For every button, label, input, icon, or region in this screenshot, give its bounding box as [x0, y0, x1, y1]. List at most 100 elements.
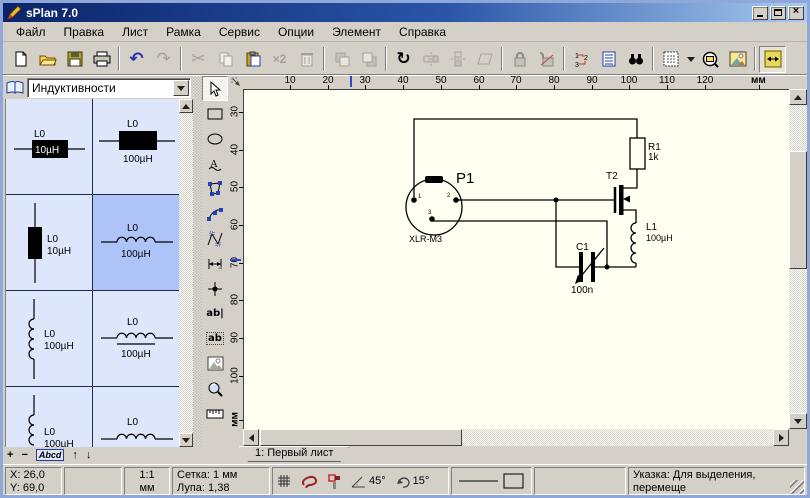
print-button[interactable]	[88, 46, 115, 73]
library-rename-button[interactable]: Abcd	[36, 449, 65, 461]
minimize-button[interactable]	[752, 6, 768, 20]
ellipse-tool[interactable]	[202, 126, 228, 151]
image-tool[interactable]	[202, 351, 228, 376]
vscroll-thumb[interactable]	[789, 151, 807, 269]
cut-button[interactable]: ✂	[185, 46, 212, 73]
zoom-frame-button[interactable]	[697, 46, 724, 73]
paste-button[interactable]	[239, 46, 266, 73]
background-image-button[interactable]	[724, 46, 751, 73]
library-item-inductor-vcoil[interactable]: L0 100µH	[6, 291, 93, 387]
node-tool[interactable]	[202, 276, 228, 301]
freehand-icon	[207, 231, 223, 247]
panel-splitter[interactable]	[193, 76, 202, 447]
undo-button[interactable]: ↶	[123, 46, 150, 73]
delete-button[interactable]	[293, 46, 320, 73]
scroll-down-icon	[794, 419, 802, 424]
library-move-up-button[interactable]: ↑	[72, 450, 78, 461]
ruler-tool[interactable]	[202, 401, 228, 426]
measure-button[interactable]	[759, 46, 786, 73]
grid-status-icon[interactable]	[277, 474, 291, 488]
library-item-inductor-vbox[interactable]: L0 10µH	[6, 195, 93, 291]
library-item-inductor-vcoil2[interactable]: L0 100µH	[6, 387, 93, 447]
library-item-inductor-hcoil-selected[interactable]: L0 100µH	[93, 195, 179, 291]
loupe-setting: Лупа: 1,38	[177, 482, 265, 495]
hscroll-left-button[interactable]	[243, 429, 259, 446]
menu-sheet[interactable]: Лист	[113, 23, 157, 41]
library-move-down-button[interactable]: ↓	[86, 450, 92, 461]
library-item-inductor-hcoil-core[interactable]: L0 100µH	[93, 291, 179, 387]
skew-button[interactable]	[471, 46, 498, 73]
scroll-up-icon	[182, 104, 190, 109]
zoom-tool[interactable]	[202, 376, 228, 401]
cursor-x: X: 26,0	[10, 469, 57, 482]
open-button[interactable]	[34, 46, 61, 73]
library-scroll-down[interactable]	[179, 433, 193, 447]
rotate-step-value[interactable]: 15°	[413, 475, 430, 488]
mode-icons-panel: 45° 15°	[272, 467, 449, 495]
hscroll-right-button[interactable]	[773, 429, 789, 446]
redo-icon: ↷	[156, 51, 170, 68]
menu-help[interactable]: Справка	[390, 23, 455, 41]
library-scrollbar[interactable]	[179, 99, 193, 447]
grid-button[interactable]	[657, 46, 684, 73]
menu-options[interactable]: Опции	[269, 23, 323, 41]
copy-button[interactable]	[212, 46, 239, 73]
canvas-hscrollbar[interactable]	[243, 429, 789, 446]
menu-frame[interactable]: Рамка	[157, 23, 210, 41]
rotate-button[interactable]: ↻	[390, 46, 417, 73]
library-category-select[interactable]: Индуктивности	[27, 78, 191, 98]
bezier-tool[interactable]	[202, 201, 228, 226]
menu-file[interactable]: Файл	[7, 23, 55, 41]
title-bar[interactable]: sPlan 7.0 ×	[3, 3, 807, 22]
lasso-icon[interactable]	[301, 475, 318, 488]
maximize-icon	[774, 9, 782, 16]
renumber-button[interactable]: 123	[568, 46, 595, 73]
mirror-horizontal-button[interactable]	[417, 46, 444, 73]
dimension-tool[interactable]	[202, 251, 228, 276]
library-add-button[interactable]: +	[7, 450, 13, 461]
maximize-button[interactable]	[770, 6, 786, 20]
menu-element[interactable]: Элемент	[323, 23, 390, 41]
mirror-vertical-button[interactable]	[444, 46, 471, 73]
pin-icon[interactable]	[328, 474, 341, 489]
style-preview-panel[interactable]	[451, 467, 532, 495]
close-button[interactable]: ×	[788, 6, 804, 20]
freehand-tool[interactable]	[202, 226, 228, 251]
resize-grip[interactable]	[790, 480, 804, 494]
schematic-canvas[interactable]: P1 XLR-M3 1 2 3 R1 1k T2 C1 100n L1 100µ…	[243, 89, 789, 429]
new-button[interactable]	[7, 46, 34, 73]
inductor-symbol: L0 10µH	[6, 99, 93, 195]
duplicate-button[interactable]: ×2	[266, 46, 293, 73]
combobox-arrow[interactable]	[173, 80, 189, 96]
rectangle-tool[interactable]	[202, 101, 228, 126]
unlock-button[interactable]	[533, 46, 560, 73]
special-shape-tool[interactable]: A	[202, 151, 228, 176]
search-button[interactable]	[622, 46, 649, 73]
menu-service[interactable]: Сервис	[210, 23, 269, 41]
text-tool[interactable]: ab|	[202, 301, 228, 326]
library-item-inductor-hcoil2[interactable]: L0	[93, 387, 179, 447]
vscroll-down-button[interactable]	[789, 413, 807, 429]
send-back-button[interactable]	[355, 46, 382, 73]
hscroll-thumb[interactable]	[260, 429, 462, 446]
parts-list-button[interactable]	[595, 46, 622, 73]
save-button[interactable]	[61, 46, 88, 73]
library-scroll-up[interactable]	[179, 99, 193, 113]
library-remove-button[interactable]: −	[21, 450, 27, 461]
library-item-inductor-hbox2[interactable]: L0 100µH	[93, 99, 179, 195]
library-item-inductor-hbox[interactable]: L0 10µH	[6, 99, 93, 195]
ruler-origin-corner[interactable]	[229, 75, 243, 89]
toolbar-separator	[118, 47, 120, 71]
angle-step-value[interactable]: 45°	[369, 475, 386, 488]
select-tool[interactable]	[202, 76, 228, 101]
sheet-tab-1[interactable]: 1: Первый лист	[239, 446, 349, 462]
lock-button[interactable]	[506, 46, 533, 73]
canvas-vscrollbar[interactable]	[789, 89, 807, 429]
redo-button[interactable]: ↷	[150, 46, 177, 73]
menu-edit[interactable]: Правка	[55, 23, 114, 41]
bring-front-button[interactable]	[328, 46, 355, 73]
polygon-tool[interactable]	[202, 176, 228, 201]
grid-dropdown[interactable]	[684, 46, 697, 73]
textbox-tool[interactable]: ab	[202, 326, 228, 351]
vscroll-up-button[interactable]	[789, 89, 807, 105]
